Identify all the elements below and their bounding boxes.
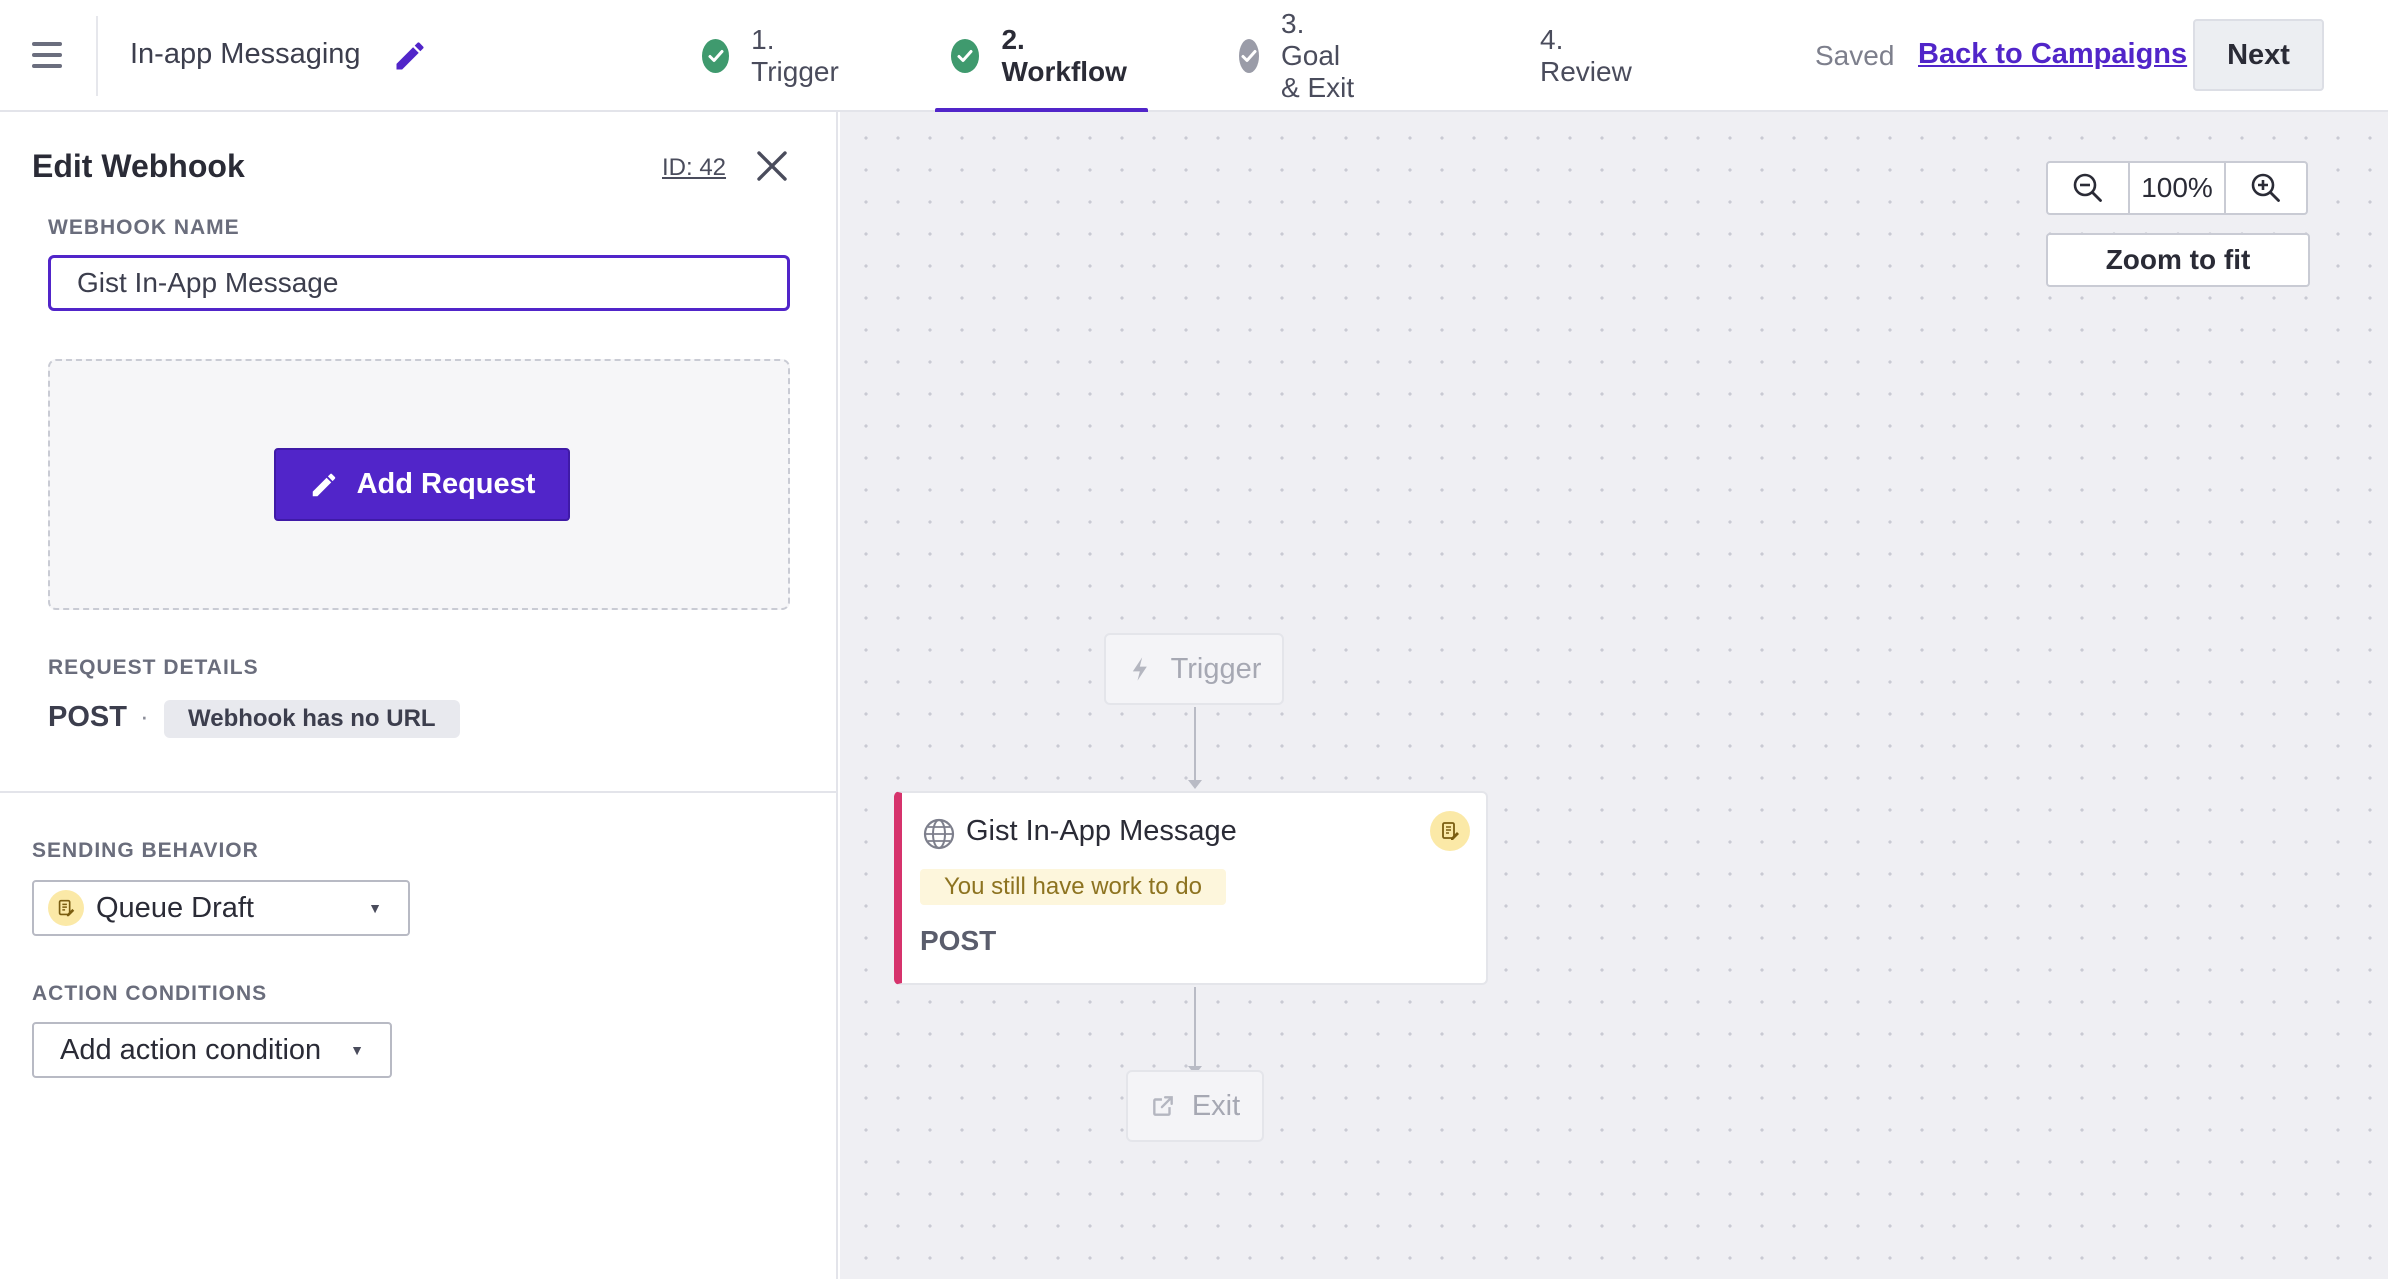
pencil-icon [312,473,335,496]
menu-icon[interactable] [28,36,70,76]
step-trigger[interactable]: 1. Trigger [702,0,846,112]
sending-behavior-label: SENDING BEHAVIOR [32,839,259,862]
webhook-name-input[interactable] [48,255,790,311]
webhook-node-method: POST [920,925,997,956]
trigger-node[interactable]: Trigger [1104,633,1284,705]
workflow-canvas[interactable]: 100% Zoom to fit Trigger Gist In-App Mes… [840,112,2388,1279]
step-label: 2. Workflow [1001,24,1127,87]
webhook-id-link[interactable]: ID: 42 [662,154,726,182]
add-request-button[interactable]: Add Request [274,448,570,521]
exit-icon [1152,1096,1173,1116]
webhook-node[interactable]: Gist In-App Message You still have work … [894,791,1488,985]
check-icon [1239,39,1259,73]
request-drop-area: Add Request [48,359,790,610]
caret-down-icon: ▼ [350,1042,364,1058]
step-review[interactable]: 4. Review [1540,0,1632,112]
separator: · [140,701,149,731]
action-condition-placeholder: Add action condition [60,1033,322,1066]
step-workflow[interactable]: 2. Workflow [934,0,1150,114]
back-to-campaigns-link[interactable]: Back to Campaigns [1918,38,2187,71]
url-status-badge: Webhook has no URL [164,700,460,738]
panel-divider [0,791,838,793]
check-icon [702,39,730,73]
work-warning-badge: You still have work to do [920,869,1226,905]
action-condition-select[interactable]: Add action condition ▼ [32,1022,392,1078]
close-icon[interactable] [752,146,792,186]
step-label: 1. Trigger [751,24,839,87]
globe-icon [923,818,955,850]
saved-status: Saved [1815,40,1895,71]
webhook-name-label: WEBHOOK NAME [48,216,240,239]
action-conditions-label: ACTION CONDITIONS [32,982,268,1005]
exit-node[interactable]: Exit [1126,1070,1264,1142]
connector-line [1188,987,1202,1075]
zoom-level: 100% [2128,163,2226,213]
zoom-in-icon[interactable] [2226,163,2306,213]
step-goal-exit[interactable]: 3. Goal & Exit [1239,0,1354,112]
check-icon [951,39,980,73]
next-button[interactable]: Next [2193,19,2324,91]
trigger-node-label: Trigger [1170,652,1262,685]
step-label: 3. Goal & Exit [1281,8,1355,103]
zoom-controls: 100% [2046,161,2308,215]
zoom-out-icon[interactable] [2048,163,2128,213]
campaign-title: In-app Messaging [130,38,361,70]
zoom-to-fit-button[interactable]: Zoom to fit [2046,233,2310,287]
add-request-label: Add Request [356,468,536,500]
draft-icon [1430,811,1470,851]
top-bar: In-app Messaging 1. Trigger 2. Workflow … [0,0,2388,114]
edit-webhook-panel: Edit Webhook ID: 42 WEBHOOK NAME Add Req… [0,112,838,1279]
sending-behavior-select[interactable]: Queue Draft ▼ [32,880,410,936]
draft-icon [48,890,84,926]
request-method: POST [48,701,127,733]
pencil-icon[interactable] [392,38,428,74]
step-label: 4. Review [1540,24,1632,87]
request-details-label: REQUEST DETAILS [48,656,259,679]
exit-node-label: Exit [1191,1089,1241,1122]
topbar-divider [96,16,98,96]
caret-down-icon: ▼ [368,900,382,916]
sending-behavior-value: Queue Draft [96,891,254,924]
panel-title: Edit Webhook [32,148,245,184]
connector-line [1188,707,1202,789]
webhook-node-title: Gist In-App Message [966,815,1237,847]
lightning-icon [1132,657,1147,681]
